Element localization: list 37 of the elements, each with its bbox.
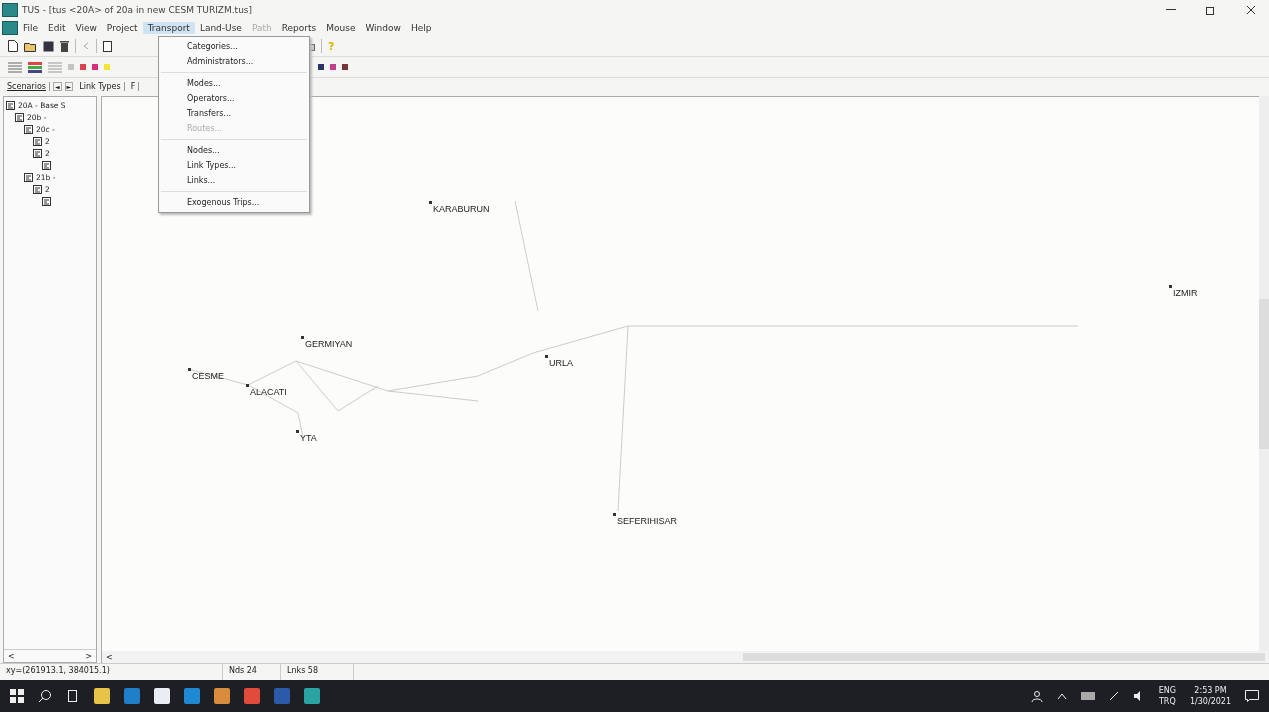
menu-option[interactable]: Link Types... bbox=[159, 158, 309, 173]
clock-date[interactable]: 1/30/2021 bbox=[1189, 696, 1231, 707]
menu-item[interactable]: Project bbox=[101, 22, 143, 34]
node-label: CESME bbox=[192, 371, 224, 381]
window-title: TUS - [tus <20A> of 20a in new CESM TURIZM.tus] bbox=[22, 5, 253, 15]
node-label: URLA bbox=[549, 358, 573, 368]
tab[interactable]: F bbox=[127, 81, 140, 91]
node-label: IZMIR bbox=[1173, 288, 1198, 298]
menu-option[interactable]: Nodes... bbox=[159, 143, 309, 158]
scroll-left-button[interactable]: < bbox=[106, 652, 113, 662]
menu-option[interactable]: Transfers... bbox=[159, 106, 309, 121]
menu-item[interactable]: Edit bbox=[43, 22, 71, 34]
menu-option[interactable]: Administrators... bbox=[159, 54, 309, 69]
menu-option[interactable]: Modes... bbox=[159, 76, 309, 91]
menu-item[interactable]: Reports bbox=[276, 22, 322, 34]
menu-item[interactable]: Transport bbox=[142, 22, 195, 34]
menu-option[interactable]: Links... bbox=[159, 173, 309, 188]
menu-item[interactable]: View bbox=[70, 22, 102, 34]
node-label: YTA bbox=[300, 433, 317, 443]
menu-option[interactable]: Exogenous Trips... bbox=[159, 195, 309, 210]
menu-item[interactable]: Window bbox=[360, 22, 406, 34]
keyboard-layout[interactable]: TRQ bbox=[1158, 696, 1176, 707]
tab[interactable]: Link Types bbox=[76, 81, 125, 91]
menu-item[interactable]: Mouse bbox=[321, 22, 361, 34]
node-label: KARABURUN bbox=[433, 204, 490, 214]
menu-option[interactable]: Categories... bbox=[159, 39, 309, 54]
node-label: ALACATI bbox=[250, 387, 287, 397]
scroll-right-button[interactable]: > bbox=[85, 651, 92, 661]
clock-time[interactable]: 2:53 PM bbox=[1194, 685, 1227, 696]
menu-item[interactable]: File bbox=[18, 22, 44, 34]
node-label: SEFERIHISAR bbox=[617, 516, 677, 526]
input-language[interactable]: ENG bbox=[1158, 685, 1176, 696]
node-label: GERMIYAN bbox=[305, 339, 353, 349]
menu-item[interactable]: Help bbox=[405, 22, 437, 34]
scroll-left-button[interactable]: < bbox=[8, 651, 15, 661]
tab[interactable]: Scenarios bbox=[4, 81, 50, 91]
menu-item[interactable]: Land-Use bbox=[194, 22, 247, 34]
